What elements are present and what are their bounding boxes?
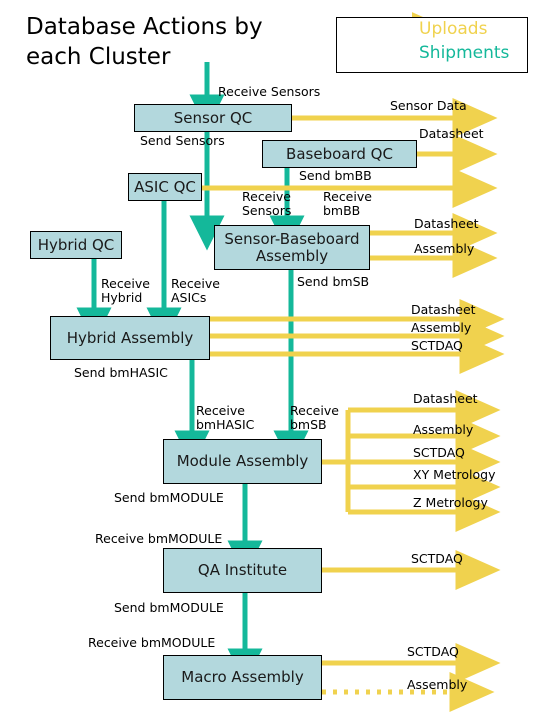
legend-item-uploads: Uploads <box>419 19 488 39</box>
edge-label-receive-hybrid: Receive Hybrid <box>101 276 150 305</box>
node-label: ASIC QC <box>134 177 196 196</box>
edge-label-receive-bmbb: Receive bmBB <box>323 189 372 218</box>
edge-label-receive-asics: Receive ASICs <box>171 276 220 305</box>
page-title: Database Actions by each Cluster <box>26 14 263 70</box>
upload-label-xy-metrology: XY Metrology <box>413 467 496 482</box>
upload-label-assembly-ha: Assembly <box>411 320 472 335</box>
node-sensor-qc[interactable]: Sensor QC <box>134 104 292 132</box>
edge-label-send-bmbb: Send bmBB <box>299 168 372 183</box>
node-sensor-baseboard-assembly[interactable]: Sensor-Baseboard Assembly <box>214 225 370 270</box>
upload-label-sensor-data: Sensor Data <box>390 98 467 113</box>
node-label: Sensor QC <box>173 108 253 127</box>
diagram-canvas: Database Actions by each Cluster Uploads… <box>0 0 540 720</box>
upload-label-sctdaq-qa: SCTDAQ <box>411 551 463 566</box>
upload-label-assembly-macro: Assembly <box>407 677 468 692</box>
node-hybrid-qc[interactable]: Hybrid QC <box>30 231 122 259</box>
node-baseboard-qc[interactable]: Baseboard QC <box>262 140 417 168</box>
upload-label-assembly-sb: Assembly <box>414 241 475 256</box>
upload-label-sctdaq-ha: SCTDAQ <box>411 338 463 353</box>
edge-label-send-bmmodule-1: Send bmMODULE <box>114 490 224 505</box>
upload-label-datasheet-ma: Datasheet <box>413 391 478 406</box>
node-qa-institute[interactable]: QA Institute <box>163 548 322 593</box>
upload-label-datasheet-bb: Datasheet <box>419 126 484 141</box>
edge-label-receive-bmsb: Receive bmSB <box>290 403 339 432</box>
edge-label-send-bmhasic: Send bmHASIC <box>74 365 168 380</box>
legend-item-shipments: Shipments <box>419 43 510 63</box>
node-asic-qc[interactable]: ASIC QC <box>128 173 202 201</box>
edge-label-send-sensors: Send Sensors <box>140 133 225 148</box>
edge-label-receive-sensors-sb: Receive Sensors <box>242 189 292 218</box>
edge-label-receive-sensors-top: Receive Sensors <box>218 84 321 99</box>
upload-label-sctdaq-ma: SCTDAQ <box>413 445 465 460</box>
node-label: QA Institute <box>197 561 288 579</box>
upload-label-sctdaq-macro: SCTDAQ <box>407 644 459 659</box>
upload-label-z-metrology: Z Metrology <box>413 495 488 510</box>
node-label: Macro Assembly <box>181 668 304 686</box>
node-label: Baseboard QC <box>286 144 393 163</box>
node-label: Hybrid QC <box>37 235 115 254</box>
node-label: Module Assembly <box>176 452 309 470</box>
node-label: Hybrid Assembly <box>66 328 194 347</box>
node-hybrid-assembly[interactable]: Hybrid Assembly <box>50 316 210 360</box>
upload-label-datasheet-sb: Datasheet <box>414 216 479 231</box>
node-macro-assembly[interactable]: Macro Assembly <box>163 655 322 700</box>
node-label: Sensor-Baseboard Assembly <box>224 229 360 265</box>
edge-label-receive-bmhasic: Receive bmHASIC <box>196 403 255 432</box>
edge-label-send-bmmodule-2: Send bmMODULE <box>114 600 224 615</box>
upload-label-datasheet-ha: Datasheet <box>411 302 476 317</box>
edge-label-send-bmsb: Send bmSB <box>297 274 370 289</box>
upload-label-assembly-ma: Assembly <box>413 422 474 437</box>
node-module-assembly[interactable]: Module Assembly <box>163 439 322 484</box>
edge-label-receive-bmmodule-2: Receive bmMODULE <box>88 635 216 650</box>
edge-label-receive-bmmodule-1: Receive bmMODULE <box>95 531 223 546</box>
